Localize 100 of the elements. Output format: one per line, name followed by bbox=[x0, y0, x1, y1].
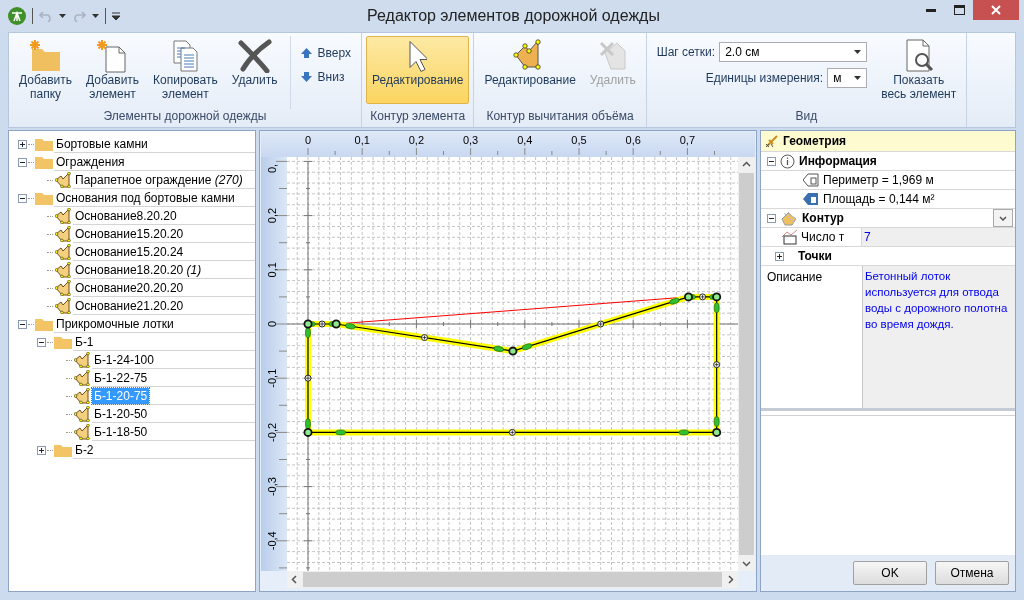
description-text[interactable]: Бетонный лоток используется для отвода воды с дорожного полотна во время дождя. bbox=[862, 266, 1015, 408]
caret-icon bbox=[92, 14, 99, 18]
group-label: Контур bbox=[802, 211, 844, 225]
tree-item[interactable]: Б-1-18-50 bbox=[92, 423, 150, 440]
ruler-label: -0,3 bbox=[266, 477, 278, 497]
customize-toolbar-icon[interactable] bbox=[112, 12, 120, 20]
tree-item[interactable]: Б-1-22-75 bbox=[92, 369, 150, 386]
point-count-icon bbox=[781, 229, 799, 245]
ribbon-button[interactable]: Вверх bbox=[300, 46, 351, 60]
ruler-label: 0,1 bbox=[266, 262, 278, 278]
tree-item[interactable]: Бортовые камни bbox=[54, 135, 150, 152]
ruler-label: 0,5 bbox=[571, 134, 587, 146]
ruler-corner bbox=[261, 131, 287, 157]
folder-icon bbox=[35, 191, 53, 205]
chevron-down-icon bbox=[999, 215, 1007, 221]
folder-icon bbox=[54, 335, 72, 349]
property-value[interactable]: 7 bbox=[861, 228, 1015, 246]
group-label: Элементы дорожной одежды bbox=[102, 109, 268, 125]
dropdown-field[interactable]: м bbox=[827, 68, 868, 88]
tree-item[interactable]: Парапетное ограждение (270) bbox=[73, 171, 245, 188]
up-arrow-icon bbox=[300, 48, 312, 58]
shape-icon bbox=[74, 424, 90, 440]
tree-item[interactable]: Основание20.20.20 bbox=[73, 279, 186, 296]
horizontal-scrollbar[interactable] bbox=[287, 571, 738, 588]
ribbon-button[interactable]: Редактирование bbox=[478, 36, 582, 104]
tree-item[interactable]: Б-1-24-100 bbox=[92, 351, 156, 368]
ribbon-button[interactable]: Копировать элемент bbox=[147, 36, 224, 104]
folder-icon bbox=[35, 155, 53, 169]
shape-icon bbox=[55, 244, 71, 260]
maximize-icon bbox=[953, 5, 965, 15]
shape-icon bbox=[55, 298, 71, 314]
field-label: Единицы измерения: bbox=[705, 71, 824, 85]
tree-item[interactable]: Основание15.20.24 bbox=[73, 243, 186, 260]
shape-icon bbox=[55, 262, 71, 278]
ruler-label: 0, bbox=[266, 163, 278, 173]
app-logo-icon bbox=[8, 7, 26, 25]
expand-toggle[interactable] bbox=[775, 251, 784, 261]
shape-icon bbox=[55, 226, 71, 242]
group-label: Вид bbox=[794, 109, 819, 125]
field-label: Шаг сетки: bbox=[656, 45, 716, 59]
cancel-button[interactable]: Отмена bbox=[935, 561, 1009, 585]
tree-item[interactable]: Б-2 bbox=[73, 441, 96, 458]
group-label: Точки bbox=[798, 249, 832, 263]
expand-toggle[interactable] bbox=[18, 319, 27, 329]
ruler-label: 0,2 bbox=[266, 207, 278, 224]
tree-item[interactable]: Основание15.20.20 bbox=[73, 225, 186, 242]
caret-icon bbox=[854, 76, 862, 80]
tree-item[interactable]: Ограждения bbox=[54, 153, 127, 170]
group-label: Контур элемента bbox=[369, 109, 467, 125]
shape-icon bbox=[55, 208, 71, 224]
folder-icon bbox=[35, 137, 53, 151]
contour-icon bbox=[780, 210, 798, 226]
info-icon bbox=[780, 153, 795, 169]
tree-item[interactable]: Основание21.20.20 bbox=[73, 297, 186, 314]
tree-item[interactable]: Прикромочные лотки bbox=[54, 315, 176, 332]
expand-toggle[interactable] bbox=[37, 445, 46, 455]
ruler-corner bbox=[738, 131, 755, 157]
folder-icon bbox=[54, 443, 72, 457]
expand-toggle[interactable] bbox=[37, 337, 46, 347]
ruler-label: -0,2 bbox=[266, 422, 278, 442]
ribbon-button[interactable]: Показать весь элемент bbox=[875, 36, 963, 104]
tree-item[interactable]: Основание8.20.20 bbox=[73, 207, 179, 224]
dropdown-field[interactable]: 2.0 см bbox=[719, 42, 868, 62]
ruler-label: 0 bbox=[266, 320, 278, 328]
tree-item[interactable]: Основание18.20.20 (1) bbox=[73, 261, 204, 278]
ribbon-button[interactable]: Добавить папку bbox=[13, 36, 79, 104]
ribbon-button[interactable]: Удалить bbox=[225, 36, 284, 104]
perimeter-icon bbox=[803, 173, 819, 187]
folder-icon bbox=[35, 317, 53, 331]
ruler-label: 0,2 bbox=[408, 134, 425, 146]
expand-toggle[interactable] bbox=[767, 213, 776, 223]
shape-icon bbox=[74, 370, 90, 386]
tree-item[interactable]: Б-1 bbox=[73, 333, 96, 350]
ruler-label: -0,4 bbox=[266, 531, 278, 551]
tree-item[interactable]: Основания под бортовые камни bbox=[54, 189, 237, 206]
close-button[interactable] bbox=[973, 0, 1019, 20]
expand-toggle[interactable] bbox=[18, 139, 27, 149]
ruler-label: 0 bbox=[304, 134, 312, 146]
property-label: Число т bbox=[801, 230, 846, 244]
expand-toggle[interactable] bbox=[767, 156, 776, 166]
shape-icon bbox=[74, 352, 90, 368]
ribbon-button[interactable]: Вниз bbox=[300, 70, 351, 84]
ruler-label: 0,4 bbox=[517, 134, 533, 146]
expand-toggle[interactable] bbox=[18, 157, 27, 167]
vertical-scrollbar[interactable] bbox=[738, 157, 755, 571]
shape-icon bbox=[55, 172, 71, 188]
contour-drawing[interactable] bbox=[303, 292, 722, 437]
ribbon-button[interactable]: Добавить элемент bbox=[80, 36, 146, 104]
property-label: Описание bbox=[766, 269, 824, 286]
ruler-label: 0,1 bbox=[354, 134, 370, 146]
area-icon bbox=[803, 192, 819, 206]
ribbon-button[interactable]: Редактирование bbox=[366, 36, 470, 104]
geometry-icon bbox=[765, 134, 779, 148]
tree-item[interactable]: Б-1-20-50 bbox=[92, 405, 150, 422]
caret-icon bbox=[854, 50, 862, 54]
expand-toggle[interactable] bbox=[18, 193, 27, 203]
ruler-label: -0,1 bbox=[266, 368, 278, 388]
cursor-icon bbox=[408, 41, 427, 72]
ok-button[interactable]: OK bbox=[853, 561, 927, 585]
category-header: Геометрия bbox=[783, 134, 847, 148]
